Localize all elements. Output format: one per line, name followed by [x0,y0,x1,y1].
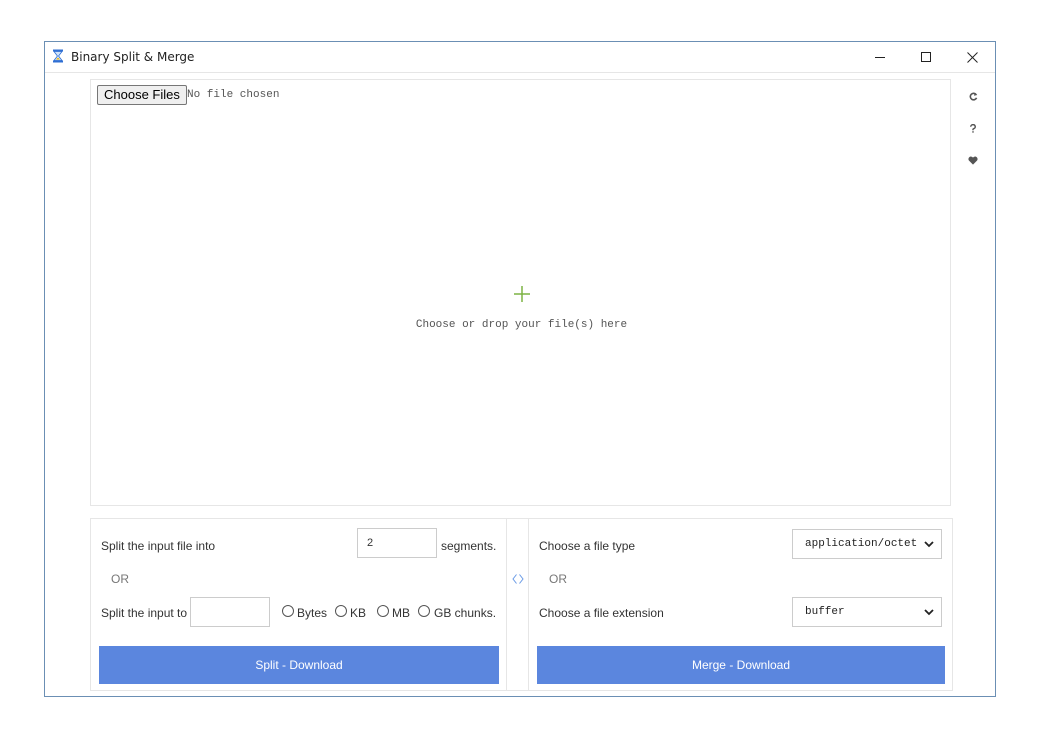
hourglass-icon [51,49,65,63]
chevron-down-icon [924,609,934,616]
radio-mb[interactable] [377,605,389,617]
maximize-button[interactable] [903,42,949,72]
unit-mb-label: MB [392,606,410,620]
refresh-icon [969,92,977,101]
close-icon [966,51,978,63]
refresh-button[interactable] [963,88,983,104]
heart-icon [968,156,978,165]
plus-icon [514,286,530,302]
heart-button[interactable] [963,152,983,168]
file-type-value: application/octet [805,538,918,550]
merge-download-button[interactable]: Merge - Download [537,646,945,684]
merge-or-label: OR [549,572,567,586]
maximize-icon [921,52,931,62]
unit-kb-label: KB [350,606,367,620]
segments-input[interactable] [357,528,437,558]
code-swap-icon [512,574,524,584]
split-size-label: Split the input to [101,606,188,620]
file-extension-label: Choose a file extension [539,606,664,620]
split-segments-label: Split the input file into [101,539,216,553]
chevron-down-icon [924,541,934,548]
radio-gb[interactable] [418,605,430,617]
drop-hint: Choose or drop your file(s) here [415,319,628,331]
unit-gb-label: GB chunks. [434,606,497,620]
close-button[interactable] [949,42,995,72]
app-window: Binary Split & Merge Choose Files No fil… [44,41,996,697]
file-extension-value: buffer [805,606,845,618]
file-type-label: Choose a file type [539,539,636,553]
minimize-icon [875,57,885,58]
radio-kb[interactable] [335,605,347,617]
window-title: Binary Split & Merge [71,50,195,64]
drop-zone[interactable]: Choose Files No file chosen Choose or dr… [90,79,951,506]
choose-files-button[interactable]: Choose Files [97,85,187,105]
file-type-select[interactable]: application/octet [792,529,942,559]
help-button[interactable] [963,120,983,136]
split-section: Split the input file into segments. OR S… [91,519,506,690]
radio-bytes[interactable] [282,605,294,617]
split-or-label: OR [111,572,129,586]
merge-section: Choose a file type application/octet OR … [529,519,952,690]
split-download-button[interactable]: Split - Download [99,646,499,684]
options-panel: Split the input file into segments. OR S… [90,518,953,691]
file-status: No file chosen [187,89,280,101]
segments-suffix: segments. [441,539,497,553]
title-bar: Binary Split & Merge [45,42,995,73]
file-extension-select[interactable]: buffer [792,597,942,627]
unit-bytes-label: Bytes [297,606,328,620]
help-icon [970,123,976,133]
column-divider [506,519,529,690]
chunk-size-input[interactable] [190,597,270,627]
main-content: Choose Files No file chosen Choose or dr… [45,73,995,696]
minimize-button[interactable] [857,42,903,72]
